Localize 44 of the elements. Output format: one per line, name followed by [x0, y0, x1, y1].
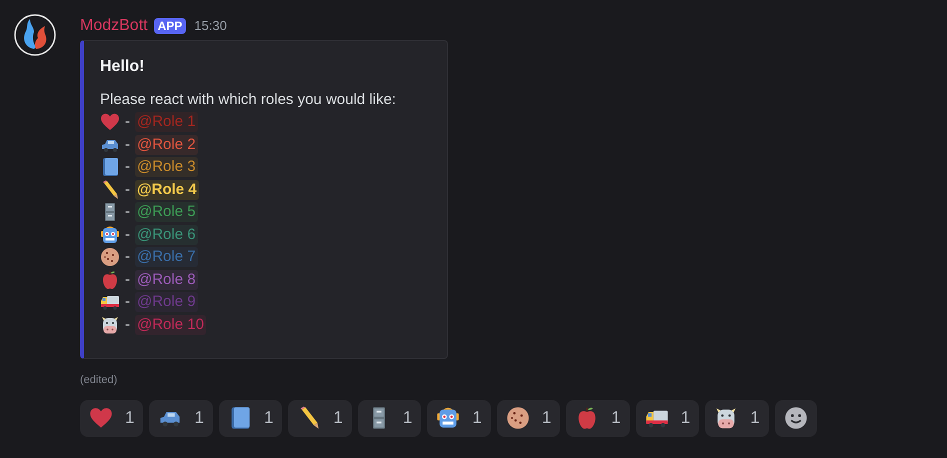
cookie-icon [100, 247, 120, 268]
role-mention[interactable]: @Role 4 [135, 180, 199, 200]
add-reaction-button[interactable] [774, 400, 817, 436]
reaction-button[interactable]: 1 [427, 400, 491, 436]
reaction-button[interactable]: 1 [218, 400, 282, 436]
role-mention[interactable]: @Role 3 [135, 157, 198, 178]
edited-label: (edited) [80, 373, 118, 388]
reaction-button[interactable]: 1 [288, 400, 352, 436]
dash: - [125, 292, 130, 312]
embed-description: Please react with which roles you would like: [100, 90, 397, 110]
reaction-button[interactable]: 1 [636, 400, 700, 436]
cow-icon [714, 406, 738, 430]
reaction-button[interactable]: 1 [149, 400, 213, 436]
dash: - [125, 270, 130, 290]
cookie-icon [506, 406, 530, 430]
heart-icon [89, 406, 113, 430]
app-tag: APP [154, 18, 186, 34]
dash: - [125, 180, 130, 200]
dash: - [125, 202, 130, 222]
smiley-icon [784, 406, 808, 430]
dash: - [125, 157, 130, 177]
role-mention[interactable]: @Role 5 [135, 202, 198, 222]
dash: - [125, 314, 130, 334]
cow-icon [100, 314, 120, 335]
robot-icon [436, 406, 460, 430]
flame-avatar[interactable] [14, 14, 56, 56]
role-mention[interactable]: @Role 2 [135, 134, 198, 155]
heart-icon [100, 112, 120, 132]
dash: - [125, 134, 130, 154]
robot-icon [100, 224, 120, 245]
apple-icon [100, 270, 120, 290]
role-mention[interactable]: @Role 6 [135, 224, 198, 245]
reaction-button[interactable]: 1 [358, 400, 422, 436]
dash: - [125, 247, 130, 267]
book-icon [100, 157, 120, 178]
reaction-button[interactable]: 1 [705, 400, 769, 436]
dash: - [125, 112, 130, 132]
timestamp: 15:30 [194, 17, 227, 36]
reaction-button[interactable]: 1 [566, 400, 630, 436]
embed-title: Hello! [100, 57, 146, 77]
dash: - [125, 224, 130, 244]
author-name[interactable]: ModzBott [80, 16, 148, 36]
reaction-button[interactable]: 1 [80, 400, 144, 436]
reaction-button[interactable]: 1 [496, 400, 560, 436]
